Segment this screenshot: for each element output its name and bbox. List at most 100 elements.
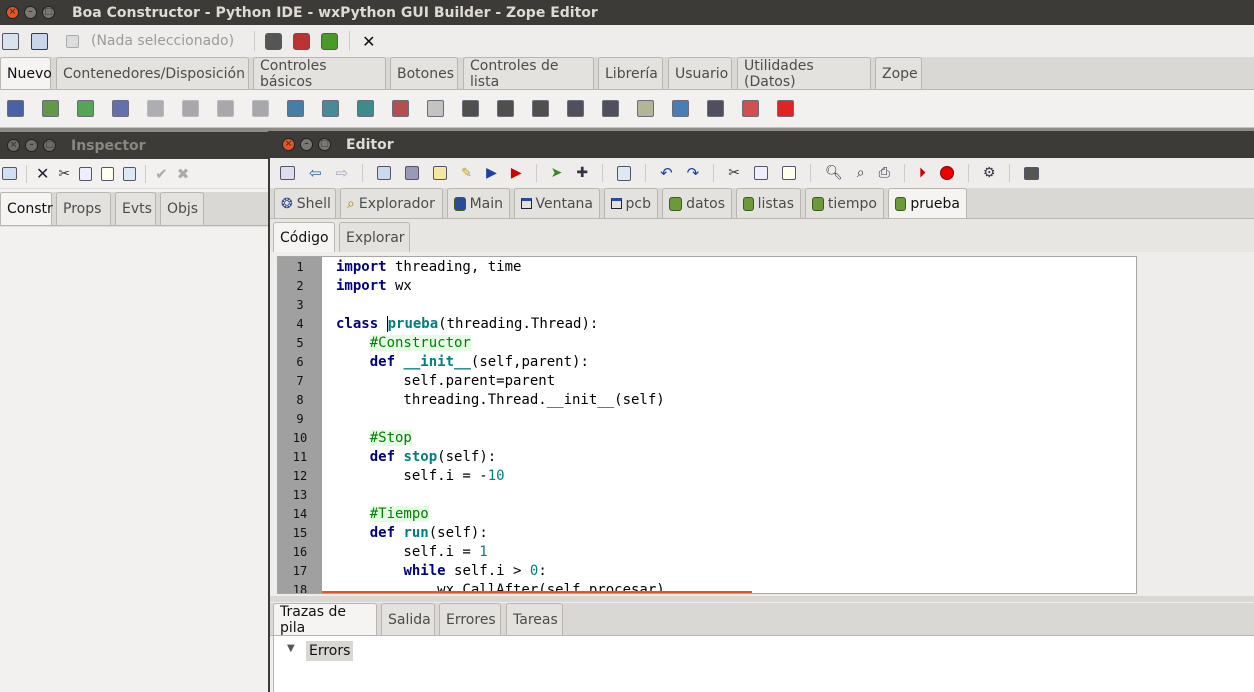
doc-icon[interactable] (567, 100, 584, 117)
panel-icon[interactable] (252, 100, 269, 117)
mdi-icon[interactable] (217, 100, 234, 117)
cut-tool-icon[interactable] (462, 100, 479, 117)
main-minimize-button[interactable]: – (24, 6, 37, 19)
check-icon[interactable]: ✔ (155, 165, 168, 183)
green-book-icon[interactable] (321, 32, 339, 50)
copy-icon[interactable] (753, 166, 768, 180)
popup-icon[interactable] (322, 100, 339, 117)
text-icon[interactable] (602, 100, 619, 117)
find-again-icon[interactable]: ⌕ (857, 165, 865, 181)
tab-botones[interactable]: Botones (390, 57, 458, 89)
debug-icon[interactable]: ➤ (551, 165, 563, 181)
tab-tiempo[interactable]: tiempo (805, 188, 884, 218)
editor-minimize-button[interactable]: – (300, 138, 313, 151)
cut-icon[interactable]: ✂ (728, 165, 740, 181)
dialog-icon[interactable] (182, 100, 199, 117)
tab-contenedores[interactable]: Contenedores/Disposición (56, 57, 249, 89)
expand-toggle-icon[interactable]: ▼ (287, 643, 295, 654)
red-book-icon[interactable] (293, 32, 311, 50)
gray-icon[interactable] (427, 100, 444, 117)
tab-trazas-de-pila[interactable]: Trazas de pila (273, 603, 377, 636)
striped-icon[interactable] (392, 100, 409, 117)
main-close-button[interactable]: × (6, 6, 19, 19)
tab-nuevo[interactable]: Nuevo (0, 57, 52, 89)
tab-errores[interactable]: Errores (439, 603, 501, 635)
tab-zope[interactable]: Zope (875, 57, 922, 89)
folder-icon[interactable] (2, 167, 17, 180)
delete-icon[interactable]: ✕ (36, 164, 49, 183)
tab-constr[interactable]: Constr (0, 192, 53, 225)
refresh-icon[interactable] (123, 166, 137, 181)
inspector-close-button[interactable]: × (7, 139, 20, 152)
image-icon[interactable] (742, 100, 759, 117)
tab-listas[interactable]: listas (736, 188, 801, 218)
module-icon[interactable] (42, 100, 59, 117)
save-as-icon[interactable] (433, 166, 448, 180)
refresh-icon[interactable] (617, 165, 632, 181)
pencil-icon[interactable]: ✎ (461, 166, 472, 181)
breakpoint-icon[interactable] (939, 166, 954, 180)
tab-prueba[interactable]: prueba (888, 188, 967, 218)
frame-icon[interactable] (147, 100, 164, 117)
close-icon[interactable]: ✕ (362, 32, 375, 51)
inspector-maximize-button[interactable]: □ (43, 139, 56, 152)
open-icon[interactable] (377, 166, 392, 180)
tab-controles-basicos[interactable]: Controles básicos (253, 57, 386, 90)
inspector-minimize-button[interactable]: – (25, 139, 38, 152)
paste-icon[interactable] (781, 166, 796, 180)
tab-explorar[interactable]: Explorar (339, 222, 410, 252)
undo-icon[interactable]: ↶ (660, 164, 673, 182)
run-icon[interactable]: ▶ (486, 165, 497, 181)
save-icon[interactable] (405, 166, 420, 180)
script-icon[interactable] (707, 100, 724, 117)
tab-utilidades[interactable]: Utilidades (Datos) (737, 57, 871, 90)
splitter[interactable] (270, 596, 1254, 602)
copy-icon[interactable] (79, 166, 93, 181)
module-icon[interactable] (31, 32, 48, 50)
tab-salida[interactable]: Salida (381, 603, 435, 635)
back-icon[interactable]: ⇦ (309, 164, 322, 182)
print-icon[interactable]: ⎙ (879, 165, 890, 181)
cancel-icon[interactable]: ✖ (177, 165, 190, 183)
tab-datos[interactable]: datos (662, 188, 732, 218)
profile-icon[interactable]: ✚ (576, 165, 588, 181)
tab-objs[interactable]: Objs (160, 192, 204, 225)
globe-icon[interactable] (672, 100, 689, 117)
tab-controles-lista[interactable]: Controles de lista (463, 57, 594, 90)
tab-evts[interactable]: Evts (115, 192, 156, 225)
paste-icon[interactable] (101, 166, 115, 181)
code-editor[interactable]: 1 2 3 4 5 6 7 8 9 10 11 12 13 14 15 16 17 18 import threa… (277, 256, 1137, 594)
help-book-icon[interactable] (1024, 166, 1040, 180)
cut-icon[interactable]: ✂ (58, 166, 70, 182)
wizard-icon[interactable] (287, 100, 304, 117)
brush-icon[interactable] (497, 100, 514, 117)
errors-tree-node[interactable]: Errors (306, 641, 354, 661)
redo-icon[interactable]: ↷ (687, 164, 700, 182)
wand-icon[interactable] (532, 100, 549, 117)
tab-shell[interactable]: ❂ Shell (274, 188, 336, 218)
forward-icon[interactable]: ⇨ (336, 164, 349, 182)
main-maximize-button[interactable]: □ (42, 6, 55, 19)
tab-tareas[interactable]: Tareas (506, 603, 563, 635)
step-icon[interactable]: ⏵ (919, 165, 926, 181)
python-app-icon[interactable] (7, 100, 24, 117)
tab-ventana[interactable]: Ventana (514, 188, 600, 218)
tab-codigo[interactable]: Código (273, 222, 335, 252)
editor-maximize-button[interactable]: □ (318, 138, 331, 151)
tab-usuario[interactable]: Usuario (668, 57, 732, 89)
settings-icon[interactable]: ⚙ (983, 165, 996, 181)
find-icon[interactable]: 🔍︎ (825, 165, 843, 181)
cube-icon[interactable] (112, 100, 129, 117)
package-icon[interactable] (77, 100, 94, 117)
red-icon[interactable] (777, 100, 794, 117)
tab-libreria[interactable]: Librería (598, 57, 663, 89)
save-all-icon[interactable] (280, 166, 295, 180)
tab-props[interactable]: Props (56, 192, 111, 225)
book-icon[interactable] (265, 32, 283, 50)
tab-explorador[interactable]: ⌕ Explorador (340, 188, 443, 218)
run-module-icon[interactable]: ▶ (511, 165, 522, 181)
selection-checkbox[interactable] (66, 34, 79, 48)
editor-close-button[interactable]: × (282, 138, 295, 151)
setup-icon[interactable] (637, 100, 654, 117)
tab-pcb[interactable]: pcb (604, 188, 658, 218)
